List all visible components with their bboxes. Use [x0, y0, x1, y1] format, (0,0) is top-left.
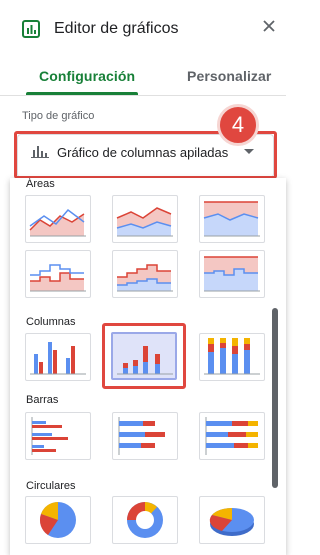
100-stacked-bar-chart-option[interactable] — [199, 412, 265, 460]
group-label-circulares: Circulares — [26, 480, 76, 492]
tab-configuracion[interactable]: Configuración — [39, 68, 135, 84]
3d-pie-chart-option[interactable] — [199, 496, 265, 544]
editor-tabs: Configuración Personalizar — [0, 62, 286, 96]
stacked-area-chart-option[interactable] — [112, 195, 178, 243]
donut-chart-option[interactable] — [112, 496, 178, 544]
chart-type-label: Tipo de gráfico — [22, 110, 95, 122]
chart-type-dropdown: Áreas Columnas Barras Circulares — [10, 178, 286, 555]
pie-chart-option[interactable] — [25, 496, 91, 544]
step-badge: 4 — [217, 104, 259, 146]
100-stacked-area-chart-option[interactable] — [199, 195, 265, 243]
stacked-bar-chart-option[interactable] — [112, 412, 178, 460]
group-label-areas: Áreas — [26, 178, 55, 190]
close-icon[interactable] — [262, 19, 276, 33]
selected-option-highlight — [102, 323, 186, 389]
chart-editor-header: Editor de gráficos — [0, 0, 286, 60]
area-chart-option[interactable] — [25, 195, 91, 243]
stacked-stepped-area-chart-option[interactable] — [112, 250, 178, 298]
column-chart-option[interactable] — [25, 333, 91, 381]
stepped-area-chart-option[interactable] — [25, 250, 91, 298]
group-label-barras: Barras — [26, 394, 59, 406]
bar-chart-icon — [22, 20, 40, 38]
100-stacked-stepped-area-chart-option[interactable] — [199, 250, 265, 298]
tab-personalizar[interactable]: Personalizar — [187, 68, 271, 84]
group-label-columnas: Columnas — [26, 316, 76, 328]
active-tab-indicator — [26, 92, 138, 95]
panel-title: Editor de gráficos — [54, 20, 179, 37]
100-stacked-column-chart-option[interactable] — [199, 333, 265, 381]
dropdown-scrollbar[interactable] — [272, 308, 278, 488]
bar-chart-option[interactable] — [25, 412, 91, 460]
